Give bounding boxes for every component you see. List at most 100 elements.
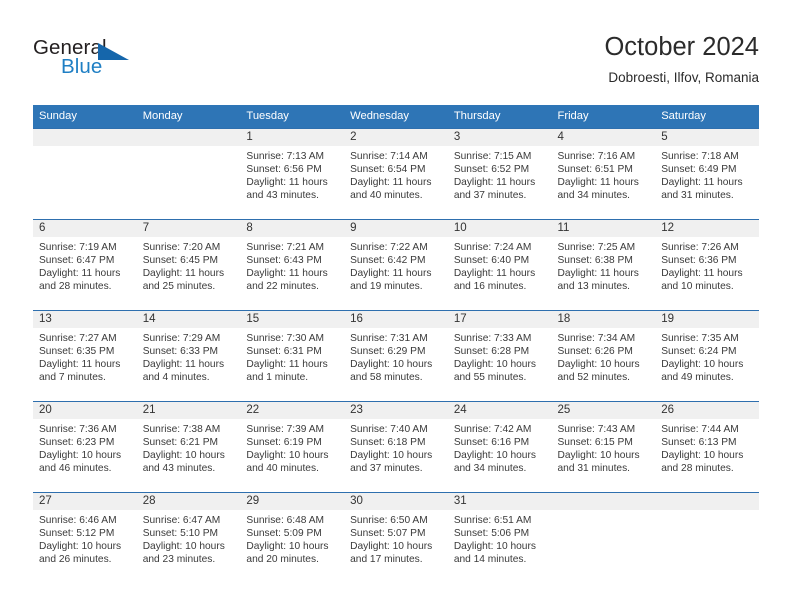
sunset-text: Sunset: 5:06 PM bbox=[453, 528, 530, 540]
daylight-text-line2: and 43 minutes. bbox=[142, 463, 216, 475]
sunset-text: Sunset: 6:43 PM bbox=[246, 255, 322, 267]
daylight-text-line2: and 22 minutes. bbox=[246, 281, 319, 293]
day-cell[interactable]: 1 Sunrise: 7:13 AM Sunset: 6:56 PM Daylight… bbox=[240, 128, 345, 219]
day-cell[interactable]: 31 Sunrise: 6:51 AM Sunset: 5:06 PM Dayligh… bbox=[447, 492, 552, 583]
day-cell[interactable]: 3 Sunrise: 7:15 AM Sunset: 6:52 PM Daylight… bbox=[447, 128, 552, 219]
calendar-page: General Blue October 2024 Dobroesti, Ilf… bbox=[0, 0, 792, 612]
day-number: 23 bbox=[344, 401, 448, 419]
day-cell[interactable]: 7 Sunrise: 7:20 AM Sunset: 6:45 PM Daylight… bbox=[136, 219, 241, 310]
daylight-text-line1: Daylight: 10 hours bbox=[246, 450, 329, 462]
brand-logo[interactable]: General Blue bbox=[33, 36, 163, 86]
day-cell[interactable]: 28 Sunrise: 6:47 AM Sunset: 5:10 PM Dayligh… bbox=[136, 492, 241, 583]
day-details: Sunrise: 7:33 AM Sunset: 6:28 PM Daylight:… bbox=[448, 328, 552, 384]
day-cell[interactable]: 19 Sunrise: 7:35 AM Sunset: 6:24 PM Dayligh… bbox=[655, 310, 759, 401]
sunset-text: Sunset: 6:45 PM bbox=[142, 255, 219, 267]
sunrise-text: Sunrise: 7:18 AM bbox=[661, 151, 739, 162]
calendar-week-row: 6 Sunrise: 7:19 AM Sunset: 6:47 PM Daylight… bbox=[33, 219, 759, 310]
sunrise-text: Sunrise: 7:22 AM bbox=[350, 242, 428, 253]
daylight-text-line1: Daylight: 11 hours bbox=[557, 268, 639, 280]
day-cell[interactable]: 26 Sunrise: 7:44 AM Sunset: 6:13 PM Dayligh… bbox=[655, 401, 759, 492]
day-cell[interactable]: 6 Sunrise: 7:19 AM Sunset: 6:47 PM Daylight… bbox=[33, 219, 137, 310]
day-number: 4 bbox=[551, 128, 656, 146]
day-cell-inner bbox=[33, 128, 137, 219]
daylight-text-line2: and 28 minutes. bbox=[39, 281, 112, 293]
sunset-text: Sunset: 6:23 PM bbox=[39, 437, 115, 449]
day-cell[interactable]: 20 Sunrise: 7:36 AM Sunset: 6:23 PM Dayligh… bbox=[33, 401, 137, 492]
day-cell-inner: 6 Sunrise: 7:19 AM Sunset: 6:47 PM Daylight… bbox=[33, 219, 137, 310]
day-cell[interactable]: 15 Sunrise: 7:30 AM Sunset: 6:31 PM Dayligh… bbox=[240, 310, 345, 401]
sunset-text: Sunset: 6:33 PM bbox=[142, 346, 219, 358]
day-cell[interactable]: 24 Sunrise: 7:42 AM Sunset: 6:16 PM Dayligh… bbox=[447, 401, 552, 492]
daylight-text-line2: and 19 minutes. bbox=[350, 281, 423, 293]
day-cell[interactable]: 22 Sunrise: 7:39 AM Sunset: 6:19 PM Dayligh… bbox=[240, 401, 345, 492]
day-number: 17 bbox=[447, 310, 552, 328]
calendar-body: 1 Sunrise: 7:13 AM Sunset: 6:56 PM Daylight… bbox=[33, 128, 759, 583]
day-details: Sunrise: 6:47 AM Sunset: 5:10 PM Daylight:… bbox=[137, 510, 241, 566]
daylight-text-line2: and 46 minutes. bbox=[39, 463, 112, 475]
daylight-text-line1: Daylight: 11 hours bbox=[246, 177, 328, 189]
day-cell-inner: 18 Sunrise: 7:34 AM Sunset: 6:26 PM Dayligh… bbox=[551, 310, 656, 401]
day-cell[interactable]: 27 Sunrise: 6:46 AM Sunset: 5:12 PM Dayligh… bbox=[33, 492, 137, 583]
day-number: 11 bbox=[551, 219, 656, 237]
day-cell[interactable]: 8 Sunrise: 7:21 AM Sunset: 6:43 PM Daylight… bbox=[240, 219, 345, 310]
day-number: 24 bbox=[447, 401, 552, 419]
day-number: 2 bbox=[344, 128, 448, 146]
title-block: October 2024 Dobroesti, Ilfov, Romania bbox=[604, 32, 759, 88]
day-cell[interactable]: 12 Sunrise: 7:26 AM Sunset: 6:36 PM Dayligh… bbox=[655, 219, 759, 310]
sunset-text: Sunset: 6:54 PM bbox=[350, 164, 426, 176]
day-number: 9 bbox=[344, 219, 448, 237]
sunset-text: Sunset: 6:52 PM bbox=[453, 164, 530, 176]
daylight-text-line1: Daylight: 10 hours bbox=[453, 359, 536, 371]
sunset-text: Sunset: 6:26 PM bbox=[557, 346, 633, 358]
day-details: Sunrise: 6:46 AM Sunset: 5:12 PM Daylight:… bbox=[33, 510, 137, 566]
day-details: Sunrise: 7:15 AM Sunset: 6:52 PM Daylight:… bbox=[448, 146, 552, 202]
daylight-text-line2: and 13 minutes. bbox=[557, 281, 631, 293]
daylight-text-line2: and 34 minutes. bbox=[557, 190, 631, 202]
daylight-text-line1: Daylight: 11 hours bbox=[39, 268, 121, 280]
day-cell[interactable]: 17 Sunrise: 7:33 AM Sunset: 6:28 PM Dayligh… bbox=[447, 310, 552, 401]
day-cell[interactable]: 10 Sunrise: 7:24 AM Sunset: 6:40 PM Dayligh… bbox=[447, 219, 552, 310]
day-cell[interactable]: 18 Sunrise: 7:34 AM Sunset: 6:26 PM Dayligh… bbox=[551, 310, 656, 401]
day-details: Sunrise: 7:36 AM Sunset: 6:23 PM Daylight:… bbox=[33, 419, 137, 475]
day-details: Sunrise: 7:27 AM Sunset: 6:35 PM Daylight:… bbox=[33, 328, 137, 384]
day-cell[interactable]: 29 Sunrise: 6:48 AM Sunset: 5:09 PM Dayligh… bbox=[240, 492, 345, 583]
day-details: Sunrise: 7:14 AM Sunset: 6:54 PM Daylight:… bbox=[344, 146, 448, 202]
sunset-text: Sunset: 5:12 PM bbox=[39, 528, 115, 540]
day-cell[interactable]: 4 Sunrise: 7:16 AM Sunset: 6:51 PM Daylight… bbox=[551, 128, 656, 219]
day-cell[interactable]: 11 Sunrise: 7:25 AM Sunset: 6:38 PM Dayligh… bbox=[551, 219, 656, 310]
sunset-text: Sunset: 6:47 PM bbox=[39, 255, 115, 267]
sunrise-text: Sunrise: 7:33 AM bbox=[453, 333, 532, 344]
day-number: 31 bbox=[447, 492, 552, 510]
daylight-text-line2: and 1 minute. bbox=[246, 372, 309, 384]
daylight-text-line1: Daylight: 11 hours bbox=[246, 268, 328, 280]
day-number bbox=[655, 492, 759, 510]
day-cell[interactable]: 23 Sunrise: 7:40 AM Sunset: 6:18 PM Dayligh… bbox=[344, 401, 448, 492]
day-cell[interactable]: 2 Sunrise: 7:14 AM Sunset: 6:54 PM Daylight… bbox=[344, 128, 448, 219]
day-number bbox=[33, 128, 137, 146]
sunrise-text: Sunrise: 7:21 AM bbox=[246, 242, 324, 253]
day-cell[interactable]: 30 Sunrise: 6:50 AM Sunset: 5:07 PM Dayligh… bbox=[344, 492, 448, 583]
daylight-text-line2: and 34 minutes. bbox=[453, 463, 527, 475]
day-cell[interactable]: 13 Sunrise: 7:27 AM Sunset: 6:35 PM Dayligh… bbox=[33, 310, 137, 401]
day-cell-inner: 1 Sunrise: 7:13 AM Sunset: 6:56 PM Daylight… bbox=[240, 128, 345, 219]
day-details: Sunrise: 7:38 AM Sunset: 6:21 PM Daylight:… bbox=[137, 419, 241, 475]
day-number bbox=[551, 492, 656, 510]
day-number: 26 bbox=[655, 401, 759, 419]
day-cell[interactable]: 9 Sunrise: 7:22 AM Sunset: 6:42 PM Daylight… bbox=[344, 219, 448, 310]
sunrise-text: Sunrise: 6:51 AM bbox=[453, 515, 532, 526]
sunset-text: Sunset: 6:19 PM bbox=[246, 437, 322, 449]
sunrise-text: Sunrise: 7:40 AM bbox=[350, 424, 428, 435]
day-cell[interactable]: 21 Sunrise: 7:38 AM Sunset: 6:21 PM Dayligh… bbox=[136, 401, 241, 492]
daylight-text-line1: Daylight: 10 hours bbox=[142, 541, 225, 553]
day-cell[interactable]: 25 Sunrise: 7:43 AM Sunset: 6:15 PM Dayligh… bbox=[551, 401, 656, 492]
day-number: 7 bbox=[136, 219, 241, 237]
day-cell[interactable]: 16 Sunrise: 7:31 AM Sunset: 6:29 PM Dayligh… bbox=[344, 310, 448, 401]
sunset-text: Sunset: 6:28 PM bbox=[453, 346, 530, 358]
day-details: Sunrise: 7:26 AM Sunset: 6:36 PM Daylight:… bbox=[655, 237, 759, 293]
sunrise-text: Sunrise: 7:27 AM bbox=[39, 333, 117, 344]
day-details: Sunrise: 7:29 AM Sunset: 6:33 PM Daylight:… bbox=[137, 328, 241, 384]
day-cell[interactable]: 5 Sunrise: 7:18 AM Sunset: 6:49 PM Daylight… bbox=[655, 128, 759, 219]
sunset-text: Sunset: 6:29 PM bbox=[350, 346, 426, 358]
day-details: Sunrise: 7:24 AM Sunset: 6:40 PM Daylight:… bbox=[448, 237, 552, 293]
day-cell[interactable]: 14 Sunrise: 7:29 AM Sunset: 6:33 PM Dayligh… bbox=[136, 310, 241, 401]
